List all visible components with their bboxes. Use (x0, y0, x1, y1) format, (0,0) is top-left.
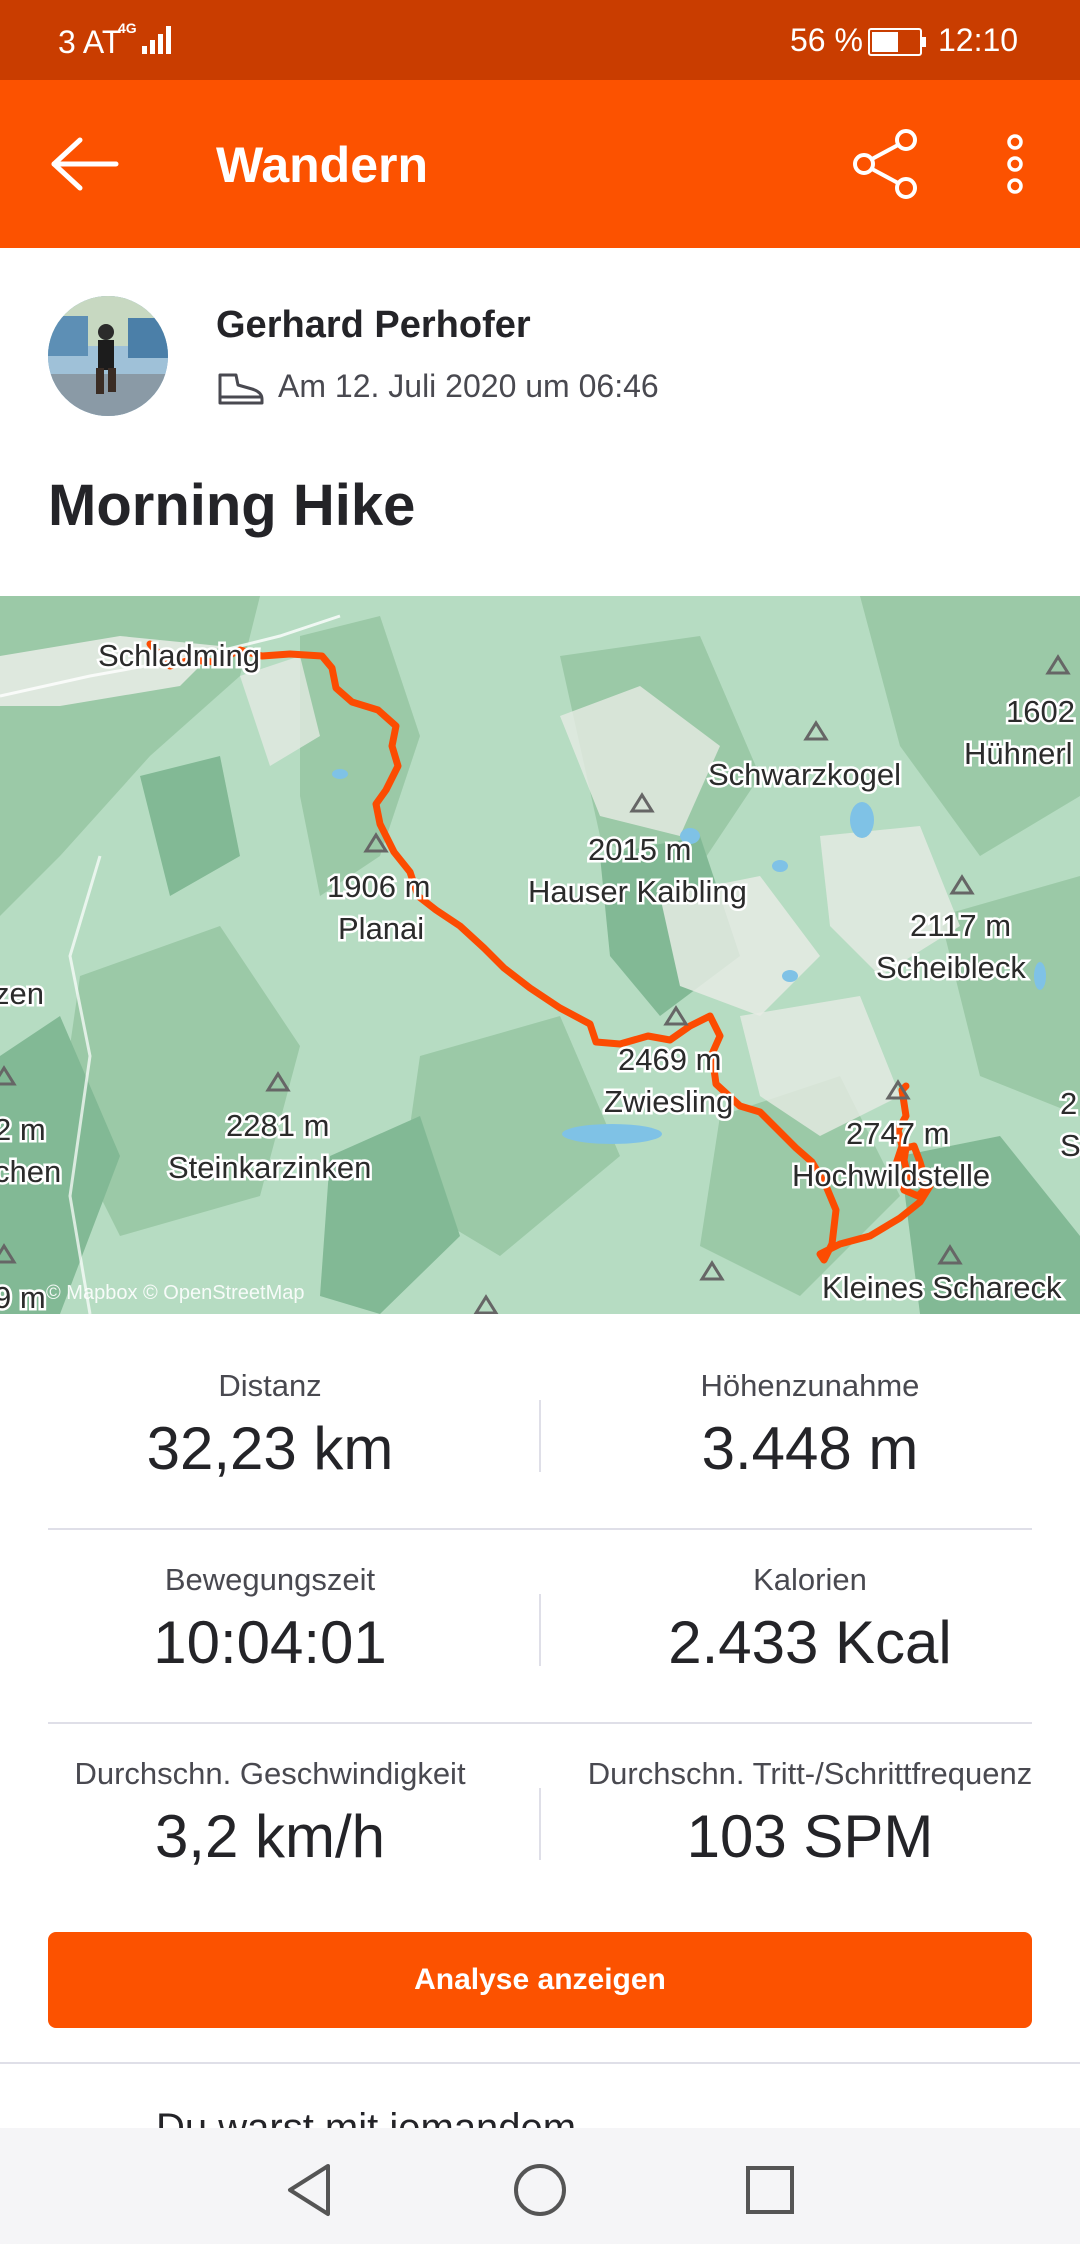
avatar[interactable] (48, 296, 168, 416)
map-label: zen (0, 976, 44, 1011)
athlete-header: Gerhard Perhofer Am 12. Juli 2020 um 06:… (48, 296, 1048, 420)
battery-icon (868, 28, 926, 56)
stat-label: Höhenzunahme (700, 1368, 920, 1403)
activity-title: Morning Hike (48, 473, 416, 538)
map-label: Hauser Kaibling (528, 874, 747, 909)
stat-avg-cadence: Durchschn. Tritt-/Schrittfrequenz 103 SP… (540, 1756, 1080, 1871)
stat-value: 3,2 km/h (154, 1803, 386, 1870)
with-someone-prompt[interactable]: Du warst mit jemandem (156, 2108, 576, 2128)
system-nav-bar (0, 2128, 1080, 2244)
stat-distance: Distanz 32,23 km (0, 1368, 540, 1483)
stats-grid: Distanz 32,23 km Höhenzunahme 3.448 m Be… (0, 1314, 1080, 1896)
stat-label: Durchschn. Geschwindigkeit (74, 1756, 466, 1791)
stat-label: Durchschn. Tritt-/Schrittfrequenz (587, 1756, 1033, 1791)
map-label: Planai (338, 911, 424, 946)
map-label: 2469 m (618, 1042, 721, 1077)
map-label: chen (0, 1154, 61, 1189)
arrow-left-icon[interactable] (44, 132, 124, 196)
map-label: 1602 (1006, 694, 1075, 729)
stat-avg-speed: Durchschn. Geschwindigkeit 3,2 km/h (0, 1756, 540, 1871)
activity-date-text: Am 12. Juli 2020 um 06:46 (278, 368, 659, 404)
stat-label: Distanz (218, 1368, 322, 1403)
battery-percent: 56 % (790, 22, 863, 58)
map-label: 2 m (0, 1112, 46, 1147)
page-title: Wandern (216, 137, 429, 193)
map-label: Zwiesling (604, 1084, 733, 1119)
signal-icon (142, 26, 171, 54)
map-label: Schwarzkogel (708, 757, 901, 792)
stat-elevation-gain: Höhenzunahme 3.448 m (540, 1368, 1080, 1483)
map-label: S (1060, 1128, 1080, 1163)
carrier-label: 3 AT (58, 24, 122, 60)
more-vertical-icon[interactable] (990, 128, 1040, 200)
network-type-label: 4G (118, 20, 137, 36)
map-label: 1906 m (327, 869, 430, 904)
stat-calories: Kalorien 2.433 Kcal (540, 1562, 1080, 1677)
map-label: Schladming (98, 638, 260, 673)
stat-value: 2.433 Kcal (668, 1609, 952, 1676)
clock: 12:10 (938, 22, 1019, 58)
stat-value: 103 SPM (686, 1803, 934, 1870)
divider (0, 2062, 1080, 2064)
stat-moving-time: Bewegungszeit 10:04:01 (0, 1562, 540, 1677)
map-label: Scheibleck (876, 950, 1026, 985)
route-map[interactable]: Schladming 1906 m Planai 2015 m Hauser K… (0, 596, 1080, 1314)
map-label: 2015 m (588, 832, 691, 867)
nav-recents-icon[interactable] (744, 2162, 796, 2218)
athlete-name[interactable]: Gerhard Perhofer (216, 304, 531, 347)
map-label: 2747 m (846, 1116, 949, 1151)
nav-back-icon[interactable] (284, 2162, 336, 2218)
activity-date: Am 12. Juli 2020 um 06:46 (216, 368, 659, 407)
map-label: 2281 m (226, 1108, 329, 1143)
map-attribution[interactable]: © Mapbox © OpenStreetMap (46, 1282, 305, 1305)
map-label: Hochwildstelle (792, 1158, 990, 1193)
map-label: 2117 m (910, 908, 1011, 943)
map-label: Steinkarzinken (168, 1150, 371, 1185)
stats-row: Distanz 32,23 km Höhenzunahme 3.448 m (0, 1314, 1080, 1508)
stat-value: 3.448 m (701, 1415, 919, 1482)
stat-label: Bewegungszeit (164, 1562, 376, 1597)
share-icon[interactable] (850, 128, 922, 200)
app-bar: Wandern (0, 80, 1080, 248)
hiking-shoe-icon (218, 373, 264, 405)
map-canvas: Schladming 1906 m Planai 2015 m Hauser K… (0, 596, 1080, 1314)
analyse-button[interactable]: Analyse anzeigen (48, 1932, 1032, 2028)
stats-row: Bewegungszeit 10:04:01 Kalorien 2.433 Kc… (0, 1508, 1080, 1702)
map-label: 9 m (0, 1280, 46, 1314)
stats-row: Durchschn. Geschwindigkeit 3,2 km/h Durc… (0, 1702, 1080, 1896)
stat-value: 32,23 km (146, 1415, 394, 1482)
stat-label: Kalorien (753, 1562, 867, 1597)
stat-value: 10:04:01 (153, 1609, 387, 1676)
map-label: 2 (1060, 1086, 1077, 1121)
nav-home-icon[interactable] (512, 2162, 568, 2218)
status-bar: 3 AT 4G 56 % 12:10 (0, 0, 1080, 80)
map-label: Kleines Schareck (822, 1270, 1062, 1305)
map-label: Hühnerl (964, 736, 1073, 771)
